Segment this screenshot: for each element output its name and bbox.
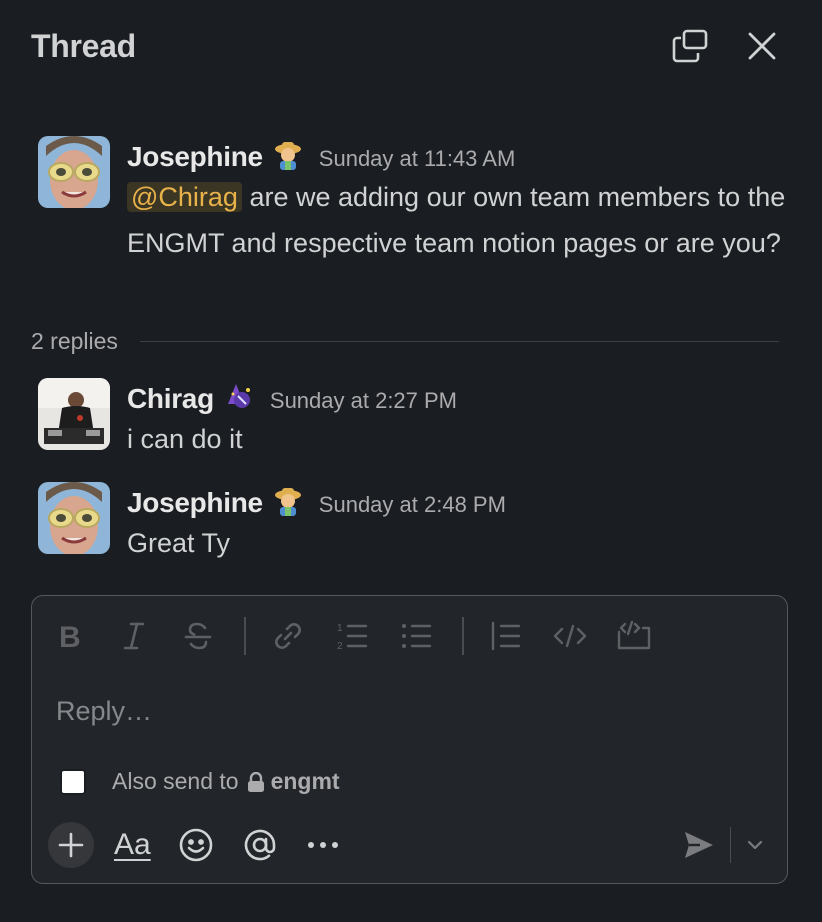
close-button[interactable] — [742, 26, 782, 66]
close-icon — [748, 32, 776, 60]
thread-header: Thread — [0, 0, 822, 96]
message-timestamp[interactable]: Sunday at 2:27 PM — [270, 388, 457, 414]
divider-line — [139, 340, 779, 342]
bullet-list-icon — [402, 624, 432, 648]
composer-actions: Aa — [48, 820, 339, 870]
toolbar-separator — [244, 617, 246, 655]
bullet-list-button[interactable] — [398, 616, 434, 656]
replies-divider: 2 replies — [31, 326, 779, 356]
code-block-button[interactable] — [616, 616, 652, 656]
message-text: @Chirag are we adding our own team membe… — [127, 182, 786, 258]
lock-icon — [247, 771, 264, 792]
mention-button[interactable] — [243, 828, 277, 862]
chevron-down-icon — [747, 840, 763, 850]
ellipsis-icon — [307, 842, 338, 848]
replies-count: 2 replies — [31, 327, 118, 354]
italic-button[interactable] — [116, 616, 152, 656]
smiley-icon — [179, 828, 213, 862]
svg-text:1: 1 — [337, 623, 343, 634]
send-button[interactable] — [684, 831, 714, 859]
reply-input[interactable] — [56, 696, 756, 727]
more-actions-button[interactable] — [307, 840, 339, 850]
plus-icon — [58, 832, 84, 858]
link-button[interactable] — [270, 616, 306, 656]
also-send-row: Also send to engmt — [60, 768, 340, 795]
message-text: Great Ty — [127, 528, 231, 558]
reply-composer: B 12 Also send to eng — [31, 595, 788, 884]
at-sign-icon — [244, 829, 276, 861]
open-in-window-icon — [672, 29, 708, 63]
ordered-list-icon: 12 — [337, 623, 368, 652]
code-icon — [553, 624, 587, 648]
wizard-emoji-icon — [224, 382, 254, 412]
strikethrough-icon — [184, 622, 212, 650]
avatar-josephine[interactable] — [38, 136, 110, 208]
blockquote-button[interactable] — [488, 616, 524, 656]
formatting-toggle-button[interactable]: Aa — [114, 828, 151, 862]
channel-name: engmt — [270, 768, 340, 794]
italic-icon — [123, 622, 145, 650]
blockquote-icon — [491, 621, 521, 651]
attach-button[interactable] — [48, 822, 94, 868]
svg-text:2: 2 — [337, 641, 343, 652]
author-name[interactable]: Josephine — [127, 487, 263, 519]
bold-button[interactable]: B — [52, 616, 88, 656]
send-separator — [729, 827, 731, 863]
farmer-emoji-icon — [273, 486, 303, 516]
also-send-label: Also send to — [112, 768, 239, 794]
send-controls — [684, 822, 764, 868]
avatar-josephine[interactable] — [38, 482, 110, 554]
ordered-list-button[interactable]: 12 — [334, 616, 370, 656]
svg-text:B: B — [59, 621, 81, 651]
message-text: i can do it — [127, 424, 243, 454]
emoji-button[interactable] — [179, 828, 213, 862]
open-in-window-button[interactable] — [670, 26, 710, 66]
send-icon — [684, 832, 713, 858]
farmer-emoji-icon — [273, 140, 303, 170]
message-timestamp[interactable]: Sunday at 2:48 PM — [319, 492, 506, 518]
link-icon — [275, 623, 301, 649]
avatar-chirag[interactable] — [38, 378, 110, 450]
bold-icon: B — [59, 621, 81, 651]
schedule-send-dropdown[interactable] — [747, 840, 763, 850]
toolbar-separator — [462, 617, 464, 655]
code-block-icon — [617, 620, 651, 650]
strikethrough-button[interactable] — [180, 616, 216, 656]
also-send-checkbox[interactable] — [60, 768, 86, 795]
mention-chirag[interactable]: @Chirag — [127, 182, 242, 212]
page-title: Thread — [31, 28, 136, 64]
code-button[interactable] — [552, 616, 588, 656]
author-name[interactable]: Josephine — [127, 141, 263, 173]
message-timestamp[interactable]: Sunday at 11:43 AM — [319, 146, 516, 172]
author-name[interactable]: Chirag — [127, 383, 214, 415]
formatting-toolbar: B 12 — [52, 614, 680, 658]
